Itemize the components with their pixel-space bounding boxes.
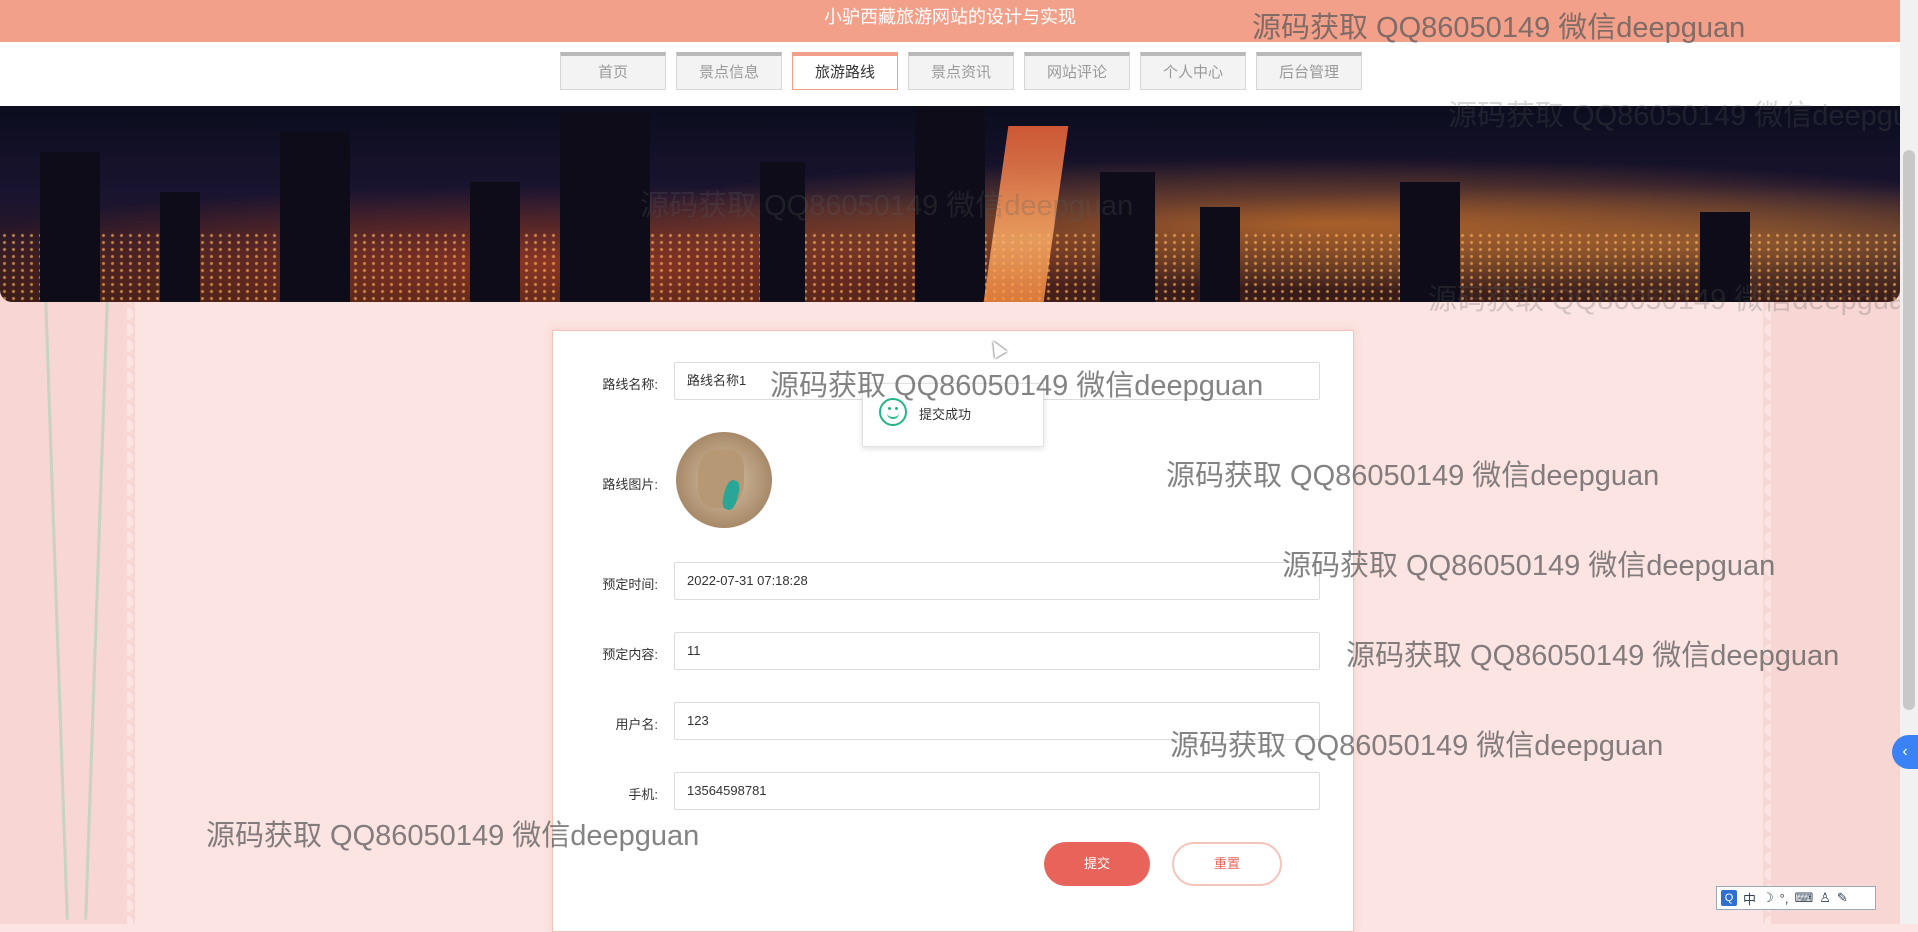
booking-time-field[interactable]: 2022-07-31 07:18:28 (674, 562, 1320, 600)
submit-button[interactable]: 提交 (1044, 842, 1150, 886)
main-nav: 首页 景点信息 旅游路线 景点资讯 网站评论 个人中心 后台管理 (560, 52, 1362, 90)
nav-item-routes[interactable]: 旅游路线 (792, 52, 898, 90)
shirt-icon[interactable]: ♙ (1819, 890, 1831, 906)
nav-item-news[interactable]: 景点资讯 (908, 52, 1014, 90)
booking-time-label: 预定时间: (602, 577, 658, 592)
reset-button[interactable]: 重置 (1172, 842, 1282, 886)
nav-item-attractions[interactable]: 景点信息 (676, 52, 782, 90)
booking-content-field[interactable]: 11 (674, 632, 1320, 670)
phone-label: 手机: (628, 787, 658, 802)
site-title: 小驴西藏旅游网站的设计与实现 (824, 7, 1076, 28)
ime-toolbar[interactable]: Q 中 ☽ °, ⌨ ♙ ✎ (1716, 886, 1876, 910)
city-banner (0, 106, 1900, 302)
route-map-image[interactable] (676, 432, 772, 528)
ime-lang[interactable]: 中 (1743, 889, 1756, 908)
nav-item-comments[interactable]: 网站评论 (1024, 52, 1130, 90)
watermark-text: 源码获取 QQ86050149 微信deepguan (1282, 550, 1776, 582)
nav-item-home[interactable]: 首页 (560, 52, 666, 90)
ime-logo-icon: Q (1721, 890, 1737, 906)
nav-item-profile[interactable]: 个人中心 (1140, 52, 1246, 90)
username-label: 用户名: (615, 717, 658, 732)
top-header: 小驴西藏旅游网站的设计与实现 (0, 0, 1900, 42)
scroll-thumb[interactable] (1903, 150, 1915, 710)
booking-content-label: 预定内容: (602, 647, 658, 662)
success-toast: 提交成功 (862, 383, 1044, 447)
right-decor-border (1757, 290, 1918, 924)
keyboard-icon[interactable]: ⌨ (1794, 890, 1813, 906)
wrench-icon[interactable]: ✎ (1837, 890, 1848, 906)
punct-icon[interactable]: °, (1780, 891, 1789, 906)
nav-item-admin[interactable]: 后台管理 (1256, 52, 1362, 90)
toast-message: 提交成功 (919, 407, 972, 422)
moon-icon[interactable]: ☽ (1762, 890, 1774, 906)
phone-field[interactable]: 13564598781 (674, 772, 1320, 810)
route-name-label: 路线名称: (602, 377, 658, 392)
smile-icon (879, 398, 907, 426)
username-field[interactable]: 123 (674, 702, 1320, 740)
route-image-label: 路线图片: (602, 477, 658, 492)
page-scrollbar[interactable] (1900, 0, 1918, 924)
chevron-left-icon[interactable]: ‹ (1892, 735, 1918, 769)
left-decor-border (0, 290, 141, 924)
